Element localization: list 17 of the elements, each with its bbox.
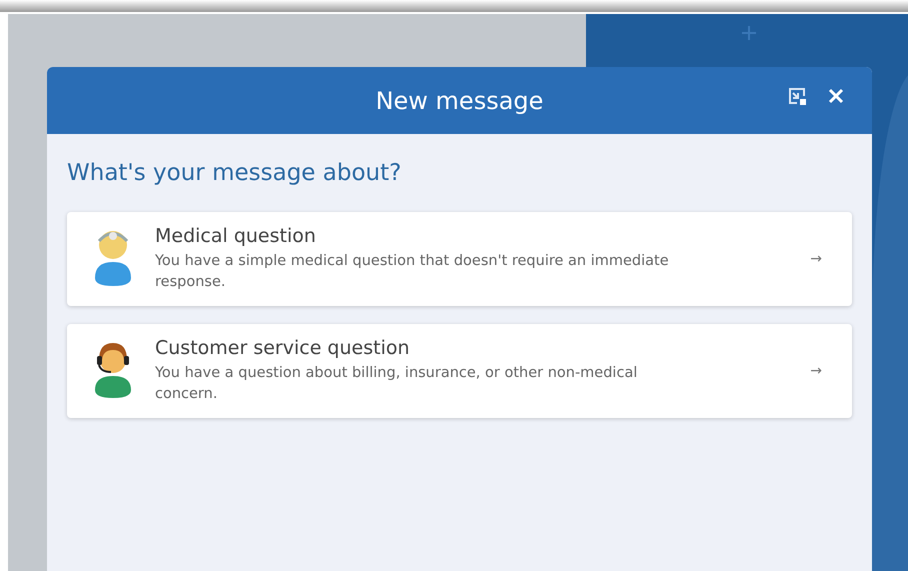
expand-button[interactable]: [788, 87, 806, 105]
option-card[interactable]: Medical question You have a simple medical question that doesn't require an immediate response. →: [67, 212, 852, 306]
headset-agent-avatar-icon: [93, 340, 133, 398]
dialog-heading: What's your message about?: [67, 160, 402, 186]
option-title: Customer service question: [155, 336, 411, 359]
option-description: You have a simple medical question that doesn't require an immediate response.: [155, 252, 670, 292]
close-button[interactable]: [828, 88, 844, 104]
arrow-icon: →: [810, 251, 822, 267]
option-card[interactable]: Customer service question You have a question about billing, insurance, or other non-medical concern. →: [67, 324, 852, 418]
dialog-title: New message: [376, 86, 544, 114]
doctor-avatar-icon: [93, 228, 133, 286]
plus-icon: [742, 26, 756, 40]
arrow-icon: →: [810, 363, 822, 379]
option-description: You have a question about billing, insurance, or other non-medical concern.: [155, 364, 638, 404]
expand-icon: [788, 87, 806, 105]
close-icon: [828, 88, 844, 104]
option-title: Medical question: [155, 224, 317, 247]
